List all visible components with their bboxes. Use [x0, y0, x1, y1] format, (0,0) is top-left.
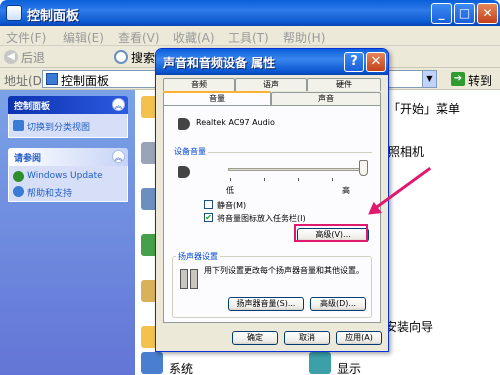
help-icon — [13, 186, 24, 197]
ok-button[interactable]: 确定 — [232, 331, 278, 345]
see-also-box-title: 请参阅 — [14, 154, 42, 164]
volume-low-label: 低 — [226, 186, 234, 195]
display-icon[interactable] — [309, 352, 331, 374]
chevron-up-icon[interactable]: ︽ — [112, 98, 125, 111]
control-panel-box-header[interactable]: 控制面板 ︽ — [8, 96, 128, 114]
window-title: 控制面板 — [27, 9, 80, 24]
menu-bar: 文件(F) 编辑(E) 查看(V) 收藏(A) 工具(T) 帮助(H) — [0, 26, 500, 46]
go-button[interactable]: 转到 — [468, 72, 492, 89]
volume-group-label: 设备音量 — [172, 146, 208, 157]
dialog-title-bar[interactable]: 声音和音频设备 属性 ? ✕ — [156, 49, 388, 75]
menu-favorites[interactable]: 收藏(A) — [173, 29, 215, 46]
tray-icon-checkbox[interactable]: ✔ — [204, 213, 213, 222]
dialog-close-button[interactable]: ✕ — [366, 52, 386, 72]
windows-update-icon — [13, 171, 24, 182]
tray-icon-label[interactable]: 将音量图标放入任务栏(I) — [217, 213, 306, 224]
menu-edit[interactable]: 编辑(E) — [63, 29, 104, 46]
control-panel-box-title: 控制面板 — [14, 102, 51, 112]
speaker-settings-description: 用下列设置更改每个扬声器音量和其他设置。 — [204, 266, 364, 275]
system-icon[interactable] — [141, 352, 163, 374]
mute-label[interactable]: 静音(M) — [217, 200, 246, 211]
start-menu-item[interactable]: 「开始」菜单 — [388, 100, 460, 117]
close-button[interactable]: ✕ — [477, 3, 498, 24]
slider-tick — [230, 178, 231, 181]
see-also-box-header[interactable]: 请参阅 ︽ — [8, 148, 128, 166]
tab-voice[interactable]: 语声 — [235, 78, 307, 91]
volume-high-label: 高 — [342, 186, 350, 195]
task-pane: 控制面板 ︽ 切换到分类视图 请参阅 ︽ Windows Update 帮助和支… — [0, 90, 135, 375]
mute-checkbox[interactable] — [204, 200, 213, 209]
tab-audio[interactable]: 音频 — [163, 78, 235, 91]
slider-tick — [332, 178, 333, 181]
volume-slider-thumb[interactable] — [359, 160, 368, 176]
dialog-title: 声音和音频设备 属性 — [163, 56, 276, 70]
control-panel-icon — [6, 5, 22, 21]
switch-category-view-link[interactable]: 切换到分类视图 — [27, 120, 90, 133]
volume-tab-panel: Realtek AC97 Audio 设备音量 低 高 静音(M) ✔ 将音量图… — [163, 105, 381, 323]
menu-help[interactable]: 帮助(H) — [283, 29, 325, 46]
menu-tools[interactable]: 工具(T) — [228, 29, 269, 46]
camera-item[interactable]: 照相机 — [388, 143, 424, 160]
back-arrow-icon[interactable]: ◀ — [4, 50, 18, 64]
speaker-left-icon — [180, 269, 188, 289]
device-name: Realtek AC97 Audio — [196, 118, 275, 127]
back-button[interactable]: 后退 — [21, 49, 45, 66]
control-panel-box-body: 切换到分类视图 — [8, 114, 128, 138]
tab-sounds[interactable]: 声音 — [271, 92, 381, 105]
menu-file[interactable]: 文件(F) — [6, 29, 46, 46]
minimize-button[interactable]: _ — [431, 3, 452, 24]
slider-tick — [264, 178, 265, 181]
display-item[interactable]: 显示 — [337, 360, 361, 375]
maximize-button[interactable]: □ — [454, 3, 475, 24]
cancel-button[interactable]: 取消 — [284, 331, 330, 345]
title-bar[interactable]: 控制面板 _ □ ✕ — [0, 0, 500, 26]
speaker-icon — [178, 118, 190, 130]
speaker-icon — [178, 166, 190, 178]
speaker-advanced-button[interactable]: 高级(D)... — [310, 297, 366, 311]
folder-icon — [46, 73, 58, 85]
apply-button[interactable]: 应用(A) — [336, 331, 382, 345]
help-button[interactable]: ? — [344, 52, 364, 72]
speaker-settings-label: 扬声器设置 — [176, 251, 220, 262]
see-also-box-body: Windows Update 帮助和支持 — [8, 166, 128, 202]
sound-properties-dialog: 声音和音频设备 属性 ? ✕ 音频 语声 硬件 音量 声音 Realtek AC… — [155, 48, 389, 352]
search-icon[interactable] — [114, 50, 128, 64]
annotation-highlight-box — [294, 224, 368, 242]
speaker-volume-button[interactable]: 扬声器音量(S)... — [228, 297, 304, 311]
search-button[interactable]: 搜索 — [131, 49, 155, 66]
chevron-down-icon[interactable]: ▼ — [422, 71, 436, 87]
address-label: 地址(D) — [4, 74, 47, 88]
volume-slider-track[interactable] — [228, 168, 363, 171]
tab-volume[interactable]: 音量 — [163, 91, 271, 105]
go-arrow-icon[interactable]: ➔ — [451, 72, 465, 86]
speaker-right-icon — [190, 269, 198, 289]
system-item[interactable]: 系统 — [169, 360, 193, 375]
address-value: 控制面板 — [61, 74, 110, 88]
slider-tick — [298, 178, 299, 181]
tab-hardware[interactable]: 硬件 — [307, 78, 381, 91]
wizard-item[interactable]: 安装向导 — [385, 318, 433, 335]
help-support-link[interactable]: 帮助和支持 — [27, 186, 72, 199]
menu-view[interactable]: 查看(V) — [118, 29, 160, 46]
windows-update-link[interactable]: Windows Update — [27, 171, 103, 181]
category-view-icon — [13, 120, 24, 131]
chevron-up-icon[interactable]: ︽ — [112, 150, 125, 163]
